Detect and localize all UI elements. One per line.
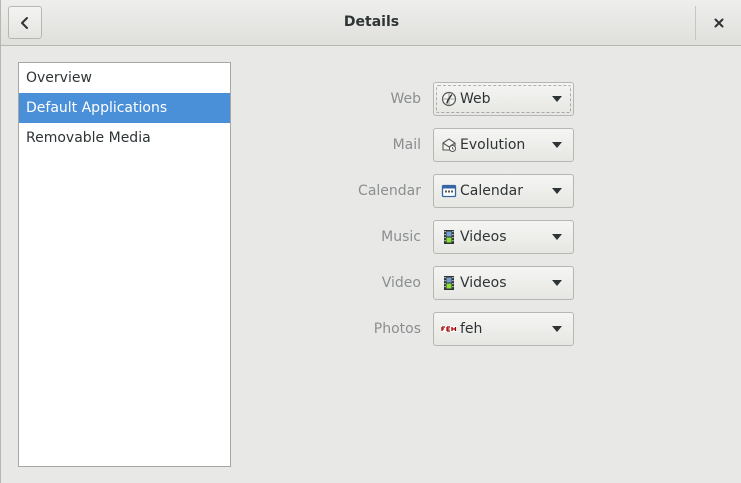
web-app-combo[interactable]: Web — [433, 82, 574, 116]
mail-app-combo[interactable]: Evolution — [433, 128, 574, 162]
calendar-icon — [441, 184, 457, 198]
close-button[interactable] — [701, 6, 737, 39]
header-bar: Details — [1, 0, 741, 46]
web-label: Web — [390, 91, 421, 107]
music-app-combo[interactable]: Videos — [433, 220, 574, 254]
page-title: Details — [343, 14, 400, 30]
photos-label: Photos — [373, 321, 421, 337]
videos-film-icon — [444, 230, 454, 244]
music-app-value: Videos — [460, 229, 507, 245]
back-button[interactable] — [8, 6, 42, 39]
calendar-app-combo[interactable]: Calendar — [433, 174, 574, 208]
default-app-row-video: Video Videos — [241, 266, 581, 300]
dropdown-arrow-icon — [552, 326, 562, 332]
sidebar-item-overview[interactable]: Overview — [19, 63, 230, 93]
default-app-row-photos: Photos feh — [241, 312, 581, 346]
close-icon — [714, 18, 724, 27]
header-separator — [695, 6, 696, 40]
photos-app-combo[interactable]: feh — [433, 312, 574, 346]
sidebar-item-default-applications[interactable]: Default Applications — [19, 93, 230, 123]
web-browser-icon — [441, 91, 457, 107]
default-app-row-web: Web Web — [241, 82, 581, 116]
dropdown-arrow-icon — [552, 280, 562, 286]
dropdown-arrow-icon — [552, 96, 562, 102]
video-label: Video — [381, 275, 421, 291]
dropdown-arrow-icon — [552, 142, 562, 148]
videos-film-icon — [444, 276, 454, 290]
sidebar-item-removable-media[interactable]: Removable Media — [19, 123, 230, 153]
mail-label: Mail — [392, 137, 421, 153]
video-app-value: Videos — [460, 275, 507, 291]
music-label: Music — [381, 229, 421, 245]
calendar-app-value: Calendar — [460, 183, 523, 199]
mail-app-value: Evolution — [460, 137, 526, 153]
web-app-value: Web — [460, 91, 491, 107]
calendar-label: Calendar — [358, 183, 421, 199]
evolution-mail-icon — [442, 138, 456, 152]
dropdown-arrow-icon — [552, 188, 562, 194]
settings-window: Details Overview Default Applications Re… — [0, 0, 741, 483]
default-app-row-music: Music Videos — [241, 220, 581, 254]
sidebar: Overview Default Applications Removable … — [18, 62, 231, 467]
default-app-row-mail: Mail Evolution — [241, 128, 581, 162]
chevron-left-icon — [21, 16, 28, 29]
default-app-row-calendar: Calendar Calendar — [241, 174, 581, 208]
video-app-combo[interactable]: Videos — [433, 266, 574, 300]
feh-icon — [441, 326, 457, 332]
photos-app-value: feh — [460, 321, 483, 337]
dropdown-arrow-icon — [552, 234, 562, 240]
